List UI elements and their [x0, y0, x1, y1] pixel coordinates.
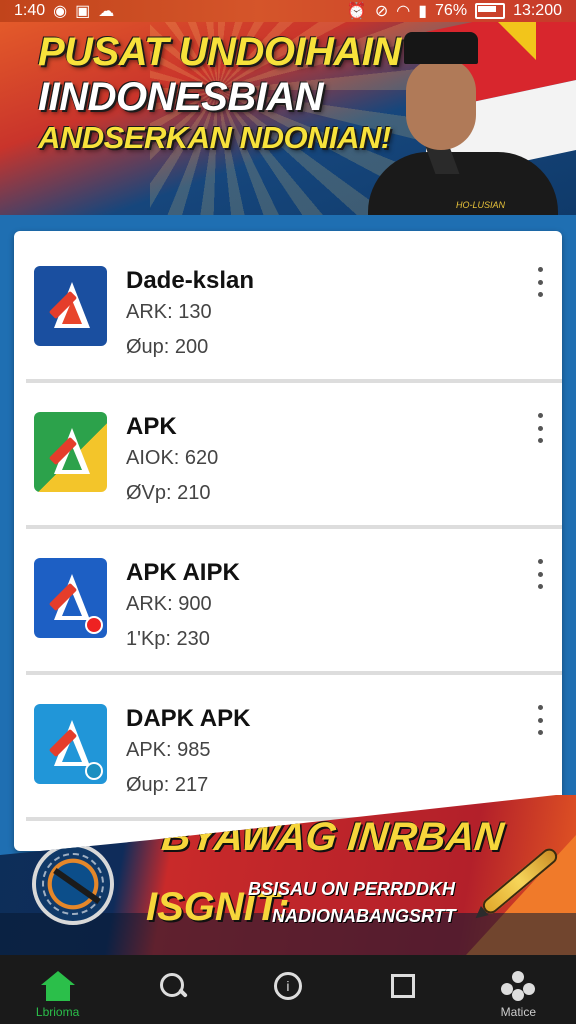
status-right: ⏰ ⊘ ◠ ▮ 76% 13:200 [347, 1, 562, 21]
battery-icon [475, 3, 506, 19]
app-ark: ARK: 130 [126, 301, 212, 323]
promo-subtitle-1: BSISAU ON PERRDDKH [248, 879, 456, 899]
app-icon [34, 558, 107, 638]
hero-banner[interactable]: PUSAT UNDOIHAIN IINDONESBIAN ANDSERKAN N… [0, 0, 576, 215]
check-badge-icon [85, 616, 103, 634]
promo-subtitle-2: NADIONABANGSRTT [272, 906, 456, 926]
more-vert-icon[interactable] [536, 413, 544, 443]
list-item[interactable]: APK AIOK: 620 ØVp: 210 [14, 377, 562, 522]
more-vert-icon[interactable] [536, 559, 544, 589]
alarm-icon: ⏰ [346, 3, 367, 20]
app-sub: Øup: 200 [126, 336, 209, 358]
person-peci-hat [404, 32, 478, 64]
list-item[interactable]: APK AIPK ARK: 900 1'Kp: 230 [14, 523, 562, 668]
bottom-nav: Lbrioma i Matice [0, 955, 576, 1024]
app-ark: APK: 985 [126, 739, 211, 761]
app-list: Dade-kslan ARK: 130 Øup: 200 APK AIOK: 6… [14, 231, 562, 851]
app-name: APK [126, 413, 177, 440]
national-emblem-icon [32, 843, 114, 925]
banner-headline-line3: ANDSERKAN NDONIAN! [38, 120, 391, 155]
banner-headline-group: PUSAT UNDOIHAIN IINDONESBIAN ANDSERKAN N… [38, 30, 401, 156]
verified-badge-icon [85, 762, 103, 780]
app-ark: ARK: 900 [126, 593, 212, 615]
person-face [406, 58, 476, 150]
shirt-badge: HO-LUSIAN [456, 200, 506, 210]
search-icon [158, 971, 188, 1001]
app-icon [34, 266, 107, 346]
status-time-left: 1:40 [14, 2, 46, 19]
more-icon [501, 971, 536, 1001]
app-sub: Øup: 217 [126, 774, 209, 796]
banner-headline-line1: PUSAT UNDOIHAIN [38, 30, 401, 74]
banner-person-image: HO-LUSIAN [368, 32, 558, 215]
app-name: APK AIPK [126, 559, 240, 586]
info-circle-icon: i [273, 972, 302, 1000]
status-left: 1:40 ◉ ▣ ☁ [14, 1, 114, 21]
nav-search[interactable] [123, 955, 223, 1024]
nav-square[interactable] [353, 955, 453, 1024]
square-icon [391, 974, 416, 998]
wifi-icon: ◠ [396, 3, 411, 20]
app-name: DAPK APK [126, 705, 251, 732]
app-ark: AIOK: 620 [126, 447, 219, 469]
nav-home-label: Lbrioma [35, 1005, 80, 1019]
notification-icon: ◉ [53, 3, 68, 20]
more-vert-icon[interactable] [536, 705, 544, 735]
nav-info[interactable]: i [238, 955, 338, 1024]
list-item[interactable]: Dade-kslan ARK: 130 Øup: 200 [14, 231, 562, 376]
app-sub: ØVp: 210 [126, 482, 211, 504]
status-bar: 1:40 ◉ ▣ ☁ ⏰ ⊘ ◠ ▮ 76% 13:200 [0, 0, 576, 22]
app-icon [34, 704, 107, 784]
nav-home[interactable]: Lbrioma [8, 955, 108, 1024]
status-time-right: 13:200 [513, 2, 562, 19]
cloud-icon: ☁ [98, 3, 115, 20]
app-sub: 1'Kp: 230 [126, 628, 210, 650]
list-item[interactable]: DAPK APK APK: 985 Øup: 217 [14, 669, 562, 814]
more-vert-icon[interactable] [536, 267, 544, 297]
banner-headline-line2: IINDONESBIAN [38, 75, 324, 119]
battery-percent: 76% [435, 2, 468, 19]
app-name: Dade-kslan [126, 267, 255, 294]
app-icon [34, 412, 107, 492]
signal-icon: ▮ [418, 3, 428, 20]
home-icon [40, 971, 75, 1001]
nav-more[interactable]: Matice [468, 955, 568, 1024]
nav-more-label: Matice [500, 1005, 537, 1019]
dnd-icon: ⊘ [374, 3, 389, 20]
gallery-icon: ▣ [75, 3, 91, 20]
